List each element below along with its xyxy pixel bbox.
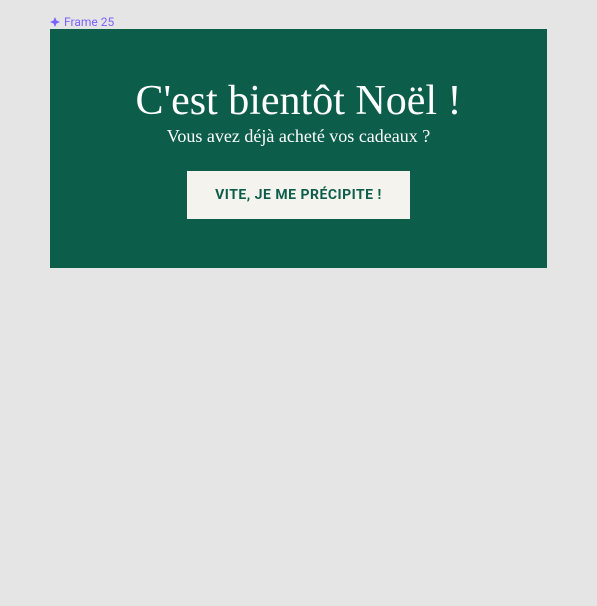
banner-frame: C'est bientôt Noël ! Vous avez déjà ache… [50, 29, 547, 268]
banner-title: C'est bientôt Noël ! [135, 78, 461, 124]
banner-subtitle: Vous avez déjà acheté vos cadeaux ? [167, 126, 431, 147]
component-icon [50, 17, 60, 27]
frame-label[interactable]: Frame 25 [50, 15, 114, 29]
frame-label-text: Frame 25 [64, 15, 114, 29]
cta-button[interactable]: VITE, JE ME PRÉCIPITE ! [187, 171, 410, 219]
